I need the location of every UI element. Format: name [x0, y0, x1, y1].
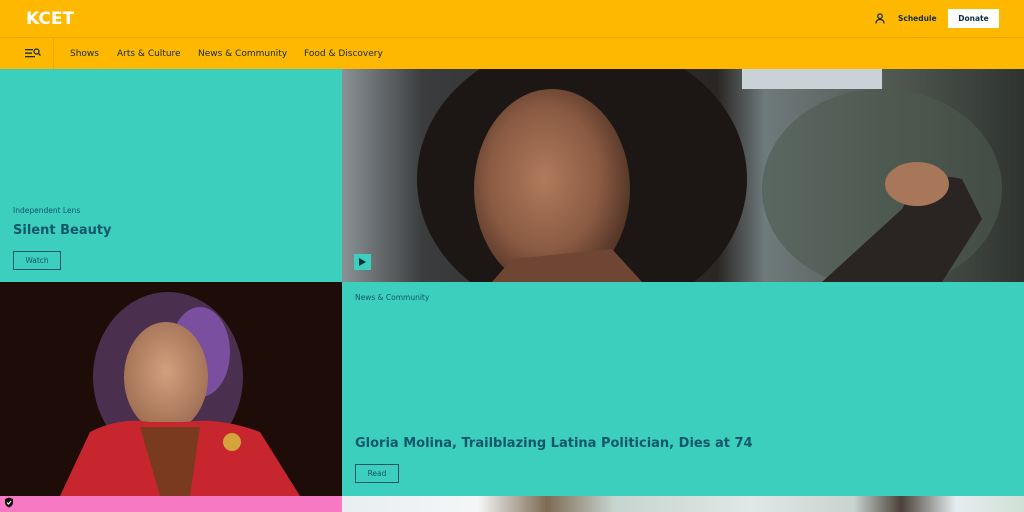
feature-text-tile: News & Community Gloria Molina, Trailbla…	[342, 282, 1024, 496]
nav-item-food-discovery[interactable]: Food & Discovery	[304, 48, 383, 60]
hero-image[interactable]	[342, 69, 1024, 282]
feature-kicker[interactable]: News & Community	[355, 293, 429, 303]
top-bar: KCET Schedule Donate	[0, 0, 1024, 37]
shield-check-icon[interactable]	[4, 497, 14, 508]
play-button[interactable]	[354, 254, 371, 270]
next-image-strip[interactable]	[342, 496, 1024, 512]
portrait-image[interactable]	[0, 282, 342, 496]
hero-title[interactable]: Silent Beauty	[13, 222, 112, 240]
menu-search-icon	[25, 48, 41, 58]
hero-text-tile: Independent Lens Silent Beauty Watch	[0, 69, 342, 282]
watch-button[interactable]: Watch	[13, 251, 61, 270]
portrait-photo	[0, 282, 342, 496]
read-button[interactable]: Read	[355, 464, 399, 483]
nav-item-arts-culture[interactable]: Arts & Culture	[117, 48, 181, 60]
user-icon[interactable]	[875, 13, 885, 24]
hero-photo	[342, 69, 1024, 282]
kcet-logo[interactable]: KCET	[26, 9, 74, 29]
feature-title[interactable]: Gloria Molina, Trailblazing Latina Polit…	[355, 435, 753, 453]
nav-item-news-community[interactable]: News & Community	[198, 48, 287, 60]
main-nav: Shows Arts & Culture News & Community Fo…	[0, 37, 1024, 69]
schedule-link[interactable]: Schedule	[898, 13, 937, 24]
play-icon	[359, 258, 366, 266]
menu-search-button[interactable]	[0, 38, 54, 69]
nav-item-shows[interactable]: Shows	[70, 48, 99, 60]
pink-tile-edge	[0, 496, 342, 512]
donate-button[interactable]: Donate	[948, 9, 999, 28]
hero-kicker[interactable]: Independent Lens	[13, 206, 80, 216]
